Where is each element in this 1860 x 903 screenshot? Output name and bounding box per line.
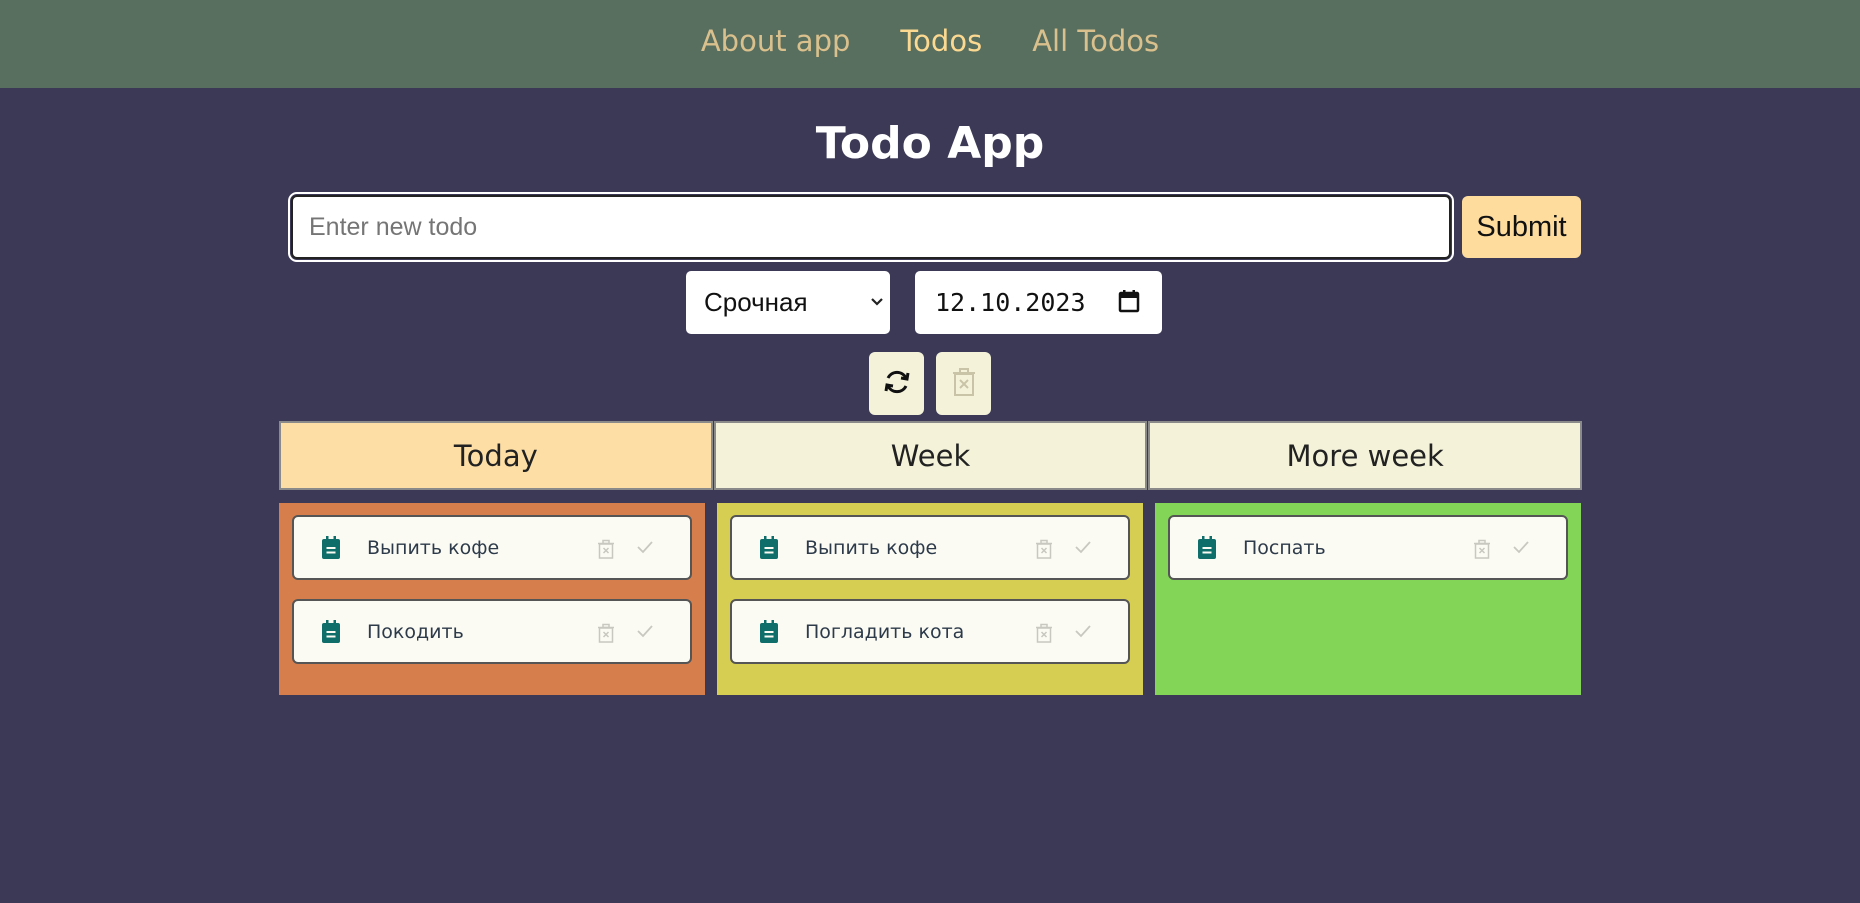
complete-todo-icon[interactable]	[1512, 539, 1530, 559]
date-value: 12.10.2023	[935, 288, 1086, 317]
todo-text: Покодить	[367, 620, 464, 643]
delete-todo-icon[interactable]	[1035, 623, 1053, 647]
delete-todo-icon[interactable]	[1473, 539, 1491, 563]
refresh-icon	[882, 367, 912, 401]
tab-more-week[interactable]: More week	[1148, 421, 1583, 490]
calendar-icon[interactable]	[1118, 289, 1140, 319]
todo-card[interactable]: Поспать	[1168, 515, 1568, 580]
complete-todo-icon[interactable]	[636, 623, 654, 643]
note-icon	[759, 619, 779, 644]
tab-week[interactable]: Week	[713, 421, 1148, 490]
todo-text: Выпить кофе	[805, 536, 938, 559]
complete-todo-icon[interactable]	[636, 539, 654, 559]
delete-todo-icon[interactable]	[597, 539, 615, 563]
period-tabs: Today Week More week	[279, 421, 1583, 490]
priority-selected-value: Срочная	[704, 287, 808, 317]
chevron-down-icon	[870, 291, 884, 318]
complete-todo-icon[interactable]	[1074, 623, 1092, 643]
delete-all-button[interactable]	[936, 352, 991, 415]
note-icon	[321, 535, 341, 560]
date-input[interactable]: 12.10.2023	[915, 271, 1162, 334]
column-more-week: Поспать	[1155, 503, 1581, 695]
new-todo-input[interactable]	[288, 192, 1454, 262]
column-today: Выпить кофе Покодить	[279, 503, 705, 695]
submit-button[interactable]: Submit	[1462, 196, 1581, 258]
todo-text: Поспать	[1243, 536, 1326, 559]
todo-card[interactable]: Выпить кофе	[730, 515, 1130, 580]
delete-todo-icon[interactable]	[597, 623, 615, 647]
nav-all-todos[interactable]: All Todos	[1032, 24, 1159, 64]
trash-icon	[952, 367, 976, 401]
todo-card[interactable]: Выпить кофе	[292, 515, 692, 580]
todo-card[interactable]: Погладить кота	[730, 599, 1130, 664]
delete-todo-icon[interactable]	[1035, 539, 1053, 563]
refresh-button[interactable]	[869, 352, 924, 415]
todo-text: Выпить кофе	[367, 536, 500, 559]
nav-about-app[interactable]: About app	[701, 24, 851, 64]
note-icon	[1197, 535, 1217, 560]
complete-todo-icon[interactable]	[1074, 539, 1092, 559]
page-title: Todo App	[815, 118, 1045, 169]
nav-todos[interactable]: Todos	[900, 24, 982, 64]
priority-select[interactable]: Срочная	[686, 271, 890, 334]
note-icon	[321, 619, 341, 644]
column-week: Выпить кофе Погладить кота	[717, 503, 1143, 695]
top-nav: About app Todos All Todos	[0, 0, 1860, 88]
todo-text: Погладить кота	[805, 620, 965, 643]
note-icon	[759, 535, 779, 560]
todo-card[interactable]: Покодить	[292, 599, 692, 664]
tab-today[interactable]: Today	[279, 421, 713, 490]
